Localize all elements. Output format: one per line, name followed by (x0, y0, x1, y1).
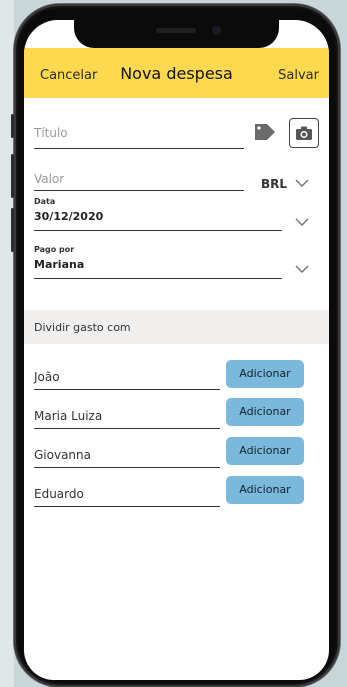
add-person-button[interactable]: Adicionar (226, 437, 304, 465)
app-screen: Cancelar Nova despesa Salvar Título Valo… (24, 20, 329, 680)
volume-up-button (11, 154, 14, 198)
add-person-button[interactable]: Adicionar (226, 360, 304, 388)
value-input[interactable]: Valor (34, 172, 64, 186)
paid-by-underline (34, 278, 282, 279)
chevron-down-icon[interactable] (295, 179, 309, 187)
add-person-button[interactable]: Adicionar (226, 398, 304, 426)
save-button[interactable]: Salvar (278, 68, 319, 83)
top-bar: Cancelar Nova despesa Salvar (24, 48, 329, 98)
camera-icon (296, 126, 312, 140)
paid-by-field[interactable]: Mariana (34, 258, 84, 271)
person-name: Eduardo (34, 487, 84, 501)
speaker (156, 28, 196, 33)
chevron-down-icon[interactable] (295, 265, 309, 273)
split-section-header: Dividir gasto com (24, 310, 329, 344)
person-name: Maria Luiza (34, 409, 103, 423)
date-field[interactable]: 30/12/2020 (34, 210, 103, 223)
title-underline (34, 148, 244, 149)
paid-by-label: Pago por (34, 245, 75, 254)
add-person-button[interactable]: Adicionar (226, 476, 304, 504)
title-input[interactable]: Título (34, 126, 68, 140)
person-underline (34, 428, 220, 429)
volume-down-button (11, 208, 14, 252)
date-underline (34, 230, 282, 231)
date-label: Data (34, 197, 56, 206)
mute-switch (11, 114, 14, 138)
split-section-label: Dividir gasto com (34, 321, 131, 334)
person-name: Giovanna (34, 448, 91, 462)
person-underline (34, 506, 220, 507)
person-underline (34, 467, 220, 468)
value-underline (34, 190, 244, 191)
currency-select[interactable]: BRL (261, 177, 287, 191)
background-strip (0, 0, 14, 687)
chevron-down-icon[interactable] (295, 218, 309, 226)
front-camera (212, 26, 221, 35)
tag-button[interactable] (251, 118, 279, 146)
notch (74, 20, 279, 48)
camera-button[interactable] (289, 118, 319, 148)
person-name: João (34, 370, 60, 384)
tag-icon (255, 124, 275, 140)
person-underline (34, 389, 220, 390)
